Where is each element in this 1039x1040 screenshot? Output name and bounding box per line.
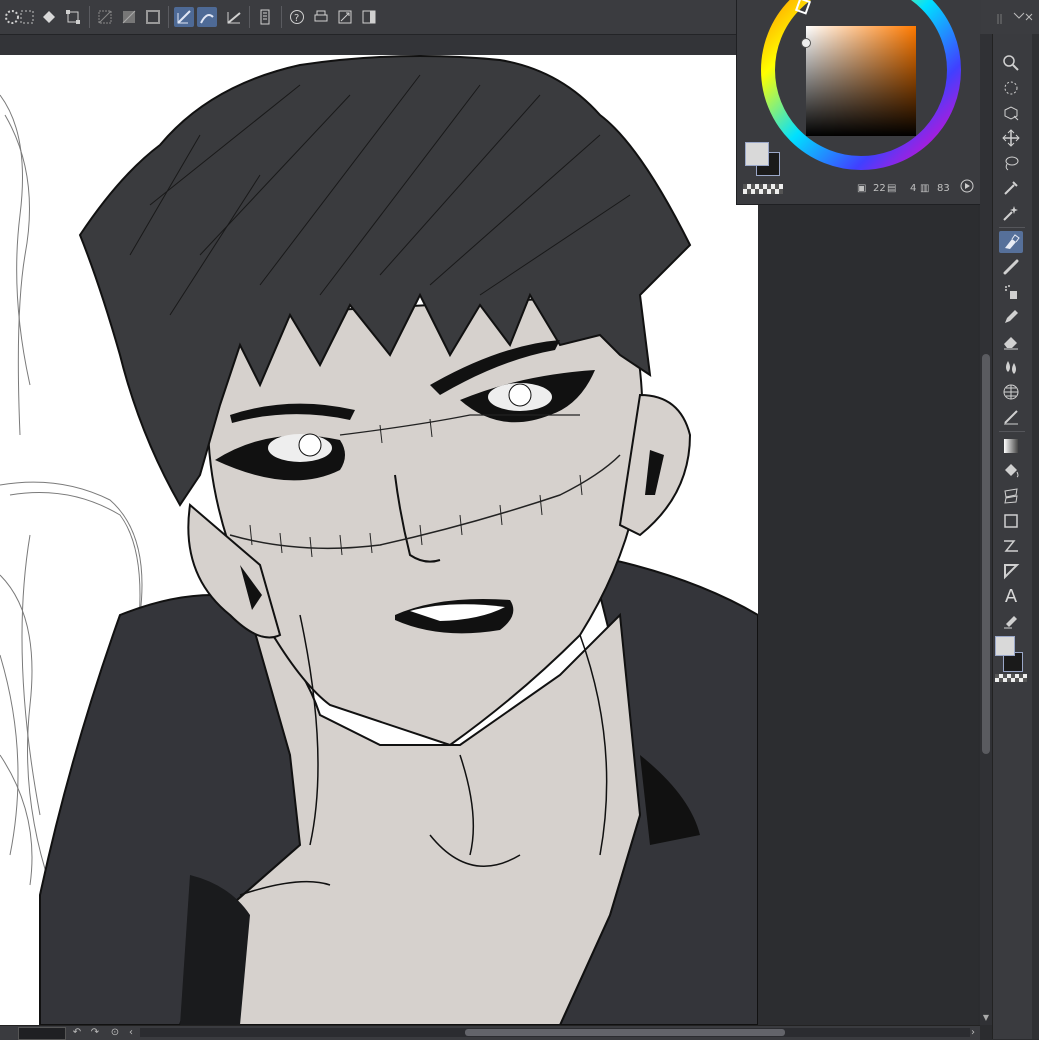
snap-grid-icon[interactable]	[224, 7, 244, 27]
value-a-icon: ▣	[857, 183, 867, 194]
grid-icon[interactable]	[999, 381, 1023, 403]
vertical-scroll-thumb[interactable]	[982, 354, 990, 754]
correction-icon[interactable]	[999, 610, 1023, 632]
value-a-unit-icon: ▤	[887, 183, 897, 194]
value-a-label: 22	[873, 183, 886, 194]
toolbar-divider	[249, 6, 250, 28]
figure-icon[interactable]	[999, 485, 1023, 507]
illustration	[0, 55, 758, 1025]
tool-divider	[999, 227, 1025, 228]
eyedropper-icon[interactable]	[999, 177, 1023, 199]
text-icon[interactable]: A	[999, 585, 1023, 607]
value-b-unit-icon: ▥	[920, 183, 930, 194]
tool-palette: A	[992, 34, 1033, 1039]
scroll-right-icon[interactable]: ›	[966, 1026, 980, 1040]
ruler-toggle-icon[interactable]	[255, 7, 275, 27]
scroll-left-icon[interactable]: ‹	[124, 1026, 138, 1040]
fit-icon[interactable]	[335, 7, 355, 27]
polyline-icon[interactable]	[999, 535, 1023, 557]
palette-grip[interactable]	[996, 8, 1036, 28]
fill-bucket-icon[interactable]	[999, 460, 1023, 482]
toolbar-divider	[281, 6, 282, 28]
rotate-reset-icon[interactable]: ⊙	[108, 1026, 122, 1040]
frame-icon[interactable]	[999, 560, 1023, 582]
marquee-icon[interactable]	[17, 7, 37, 27]
color-wheel-panel: ▣ 22 ▤ 4 ▥ 83	[736, 0, 981, 205]
value-b-label: 4	[910, 183, 917, 194]
camera-icon[interactable]	[999, 102, 1023, 124]
gradient-icon[interactable]	[999, 435, 1023, 457]
svg-text:?: ?	[294, 13, 299, 24]
value-c-label: 83	[937, 183, 950, 194]
move-icon[interactable]	[999, 127, 1023, 149]
scroll-down-icon[interactable]: ▼	[980, 1012, 992, 1024]
selection-invert-icon[interactable]	[119, 7, 139, 27]
canvas-tab-strip	[0, 35, 760, 55]
color-picker-cursor[interactable]	[801, 38, 811, 48]
magic-wand-icon[interactable]	[999, 202, 1023, 224]
zoom-icon[interactable]	[999, 52, 1023, 74]
brush-icon[interactable]	[999, 256, 1023, 278]
snap-special-ruler-icon[interactable]	[197, 7, 217, 27]
selection-border-icon[interactable]	[143, 7, 163, 27]
navigator-bar: ↶ ↷ ⊙ ‹ ›	[0, 1025, 980, 1040]
toolbar-divider	[89, 6, 90, 28]
selection-off-icon[interactable]	[95, 7, 115, 27]
color-mode-toggle-icon[interactable]	[959, 178, 975, 194]
saturation-value-square[interactable]	[801, 26, 916, 136]
horizontal-scroll-thumb[interactable]	[465, 1029, 785, 1036]
lasso-icon[interactable]	[999, 152, 1023, 174]
side-panel-edge	[1032, 34, 1039, 1039]
redo-icon[interactable]: ↷	[88, 1026, 102, 1040]
print-icon[interactable]	[311, 7, 331, 27]
toolbox-transparent-icon[interactable]	[995, 674, 1027, 682]
horizontal-scrollbar[interactable]	[140, 1028, 970, 1037]
vertical-scrollbar[interactable]	[980, 34, 992, 1025]
tool-divider	[999, 431, 1025, 432]
toolbar-divider	[168, 6, 169, 28]
drawing-canvas[interactable]	[0, 55, 758, 1025]
airbrush-icon[interactable]	[999, 281, 1023, 303]
panel-icon[interactable]	[359, 7, 379, 27]
help-icon[interactable]: ?	[287, 7, 307, 27]
zoom-field[interactable]	[18, 1027, 66, 1040]
main-color-swatch[interactable]	[745, 142, 769, 166]
transform-icon[interactable]	[63, 7, 83, 27]
pen-tool-icon[interactable]	[999, 231, 1023, 253]
eraser-icon[interactable]	[999, 331, 1023, 353]
text-tool-glyph: A	[1004, 585, 1018, 607]
blend-icon[interactable]	[999, 356, 1023, 378]
ruler-tool-icon[interactable]	[999, 406, 1023, 428]
pencil-icon[interactable]	[999, 306, 1023, 328]
undo-icon[interactable]: ↶	[70, 1026, 84, 1040]
transparent-swatch-icon[interactable]	[743, 184, 783, 194]
fill-icon[interactable]	[39, 7, 59, 27]
rotate-icon[interactable]	[999, 77, 1023, 99]
rectangle-icon[interactable]	[999, 510, 1023, 532]
snap-ruler-icon[interactable]	[174, 7, 194, 27]
toolbox-main-color[interactable]	[995, 636, 1015, 656]
